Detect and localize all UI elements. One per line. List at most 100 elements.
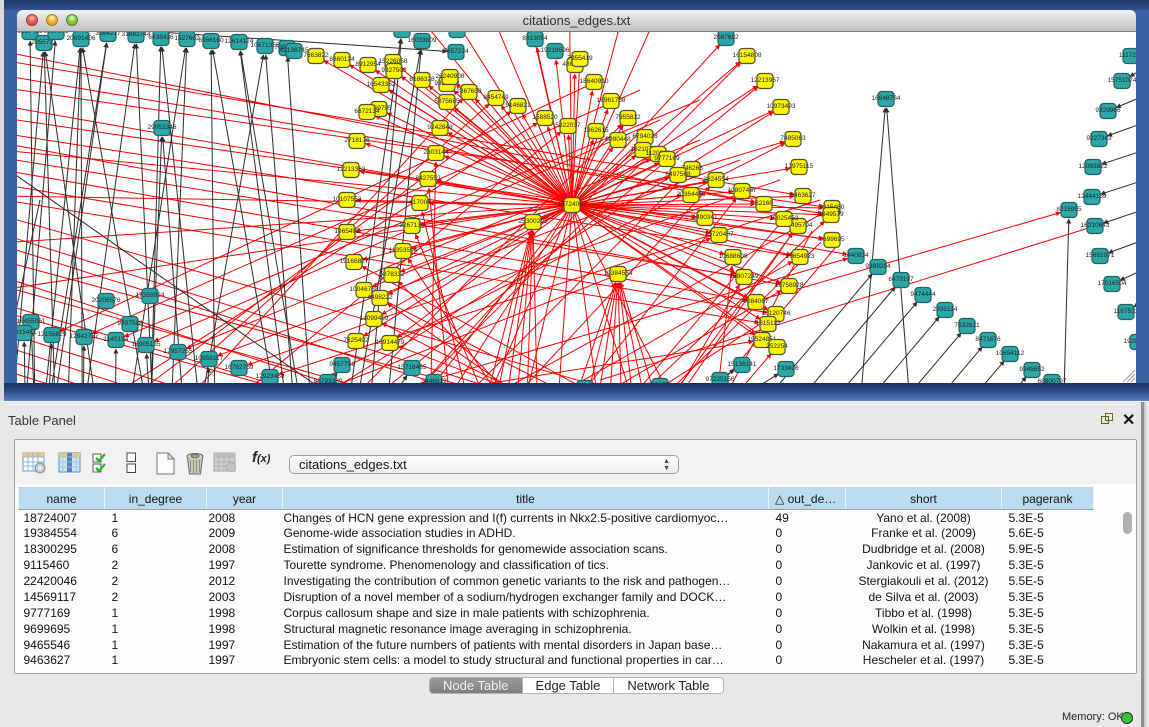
svg-text:1733426: 1733426 (773, 365, 799, 372)
svg-text:16782759: 16782759 (225, 364, 254, 371)
svg-text:15720407: 15720407 (705, 231, 734, 238)
svg-text:16455061: 16455061 (17, 318, 46, 325)
svg-text:19166827: 19166827 (340, 258, 369, 265)
svg-text:12213363: 12213363 (337, 166, 366, 173)
svg-text:12923468: 12923468 (256, 373, 285, 380)
svg-text:9146821: 9146821 (505, 102, 531, 109)
svg-text:1167533: 1167533 (1114, 308, 1136, 315)
svg-text:12156829: 12156829 (38, 331, 67, 338)
svg-text:8471676: 8471676 (975, 336, 1001, 343)
svg-text:15716485: 15716485 (398, 364, 427, 371)
svg-text:12905135: 12905135 (132, 341, 161, 348)
svg-text:15751074: 15751074 (1108, 77, 1136, 84)
svg-text:20364436: 20364436 (677, 191, 706, 198)
svg-text:16961758: 16961758 (597, 97, 626, 104)
svg-text:12942757: 12942757 (70, 333, 99, 340)
svg-text:1965492: 1965492 (334, 228, 360, 235)
svg-text:6794028: 6794028 (632, 133, 658, 140)
svg-text:3915461: 3915461 (17, 329, 37, 336)
svg-text:10958117: 10958117 (195, 355, 224, 362)
svg-text:5041154: 5041154 (390, 32, 415, 33)
svg-text:1145194: 1145194 (104, 336, 129, 343)
svg-text:7857224: 7857224 (443, 48, 469, 55)
svg-text:5878332: 5878332 (379, 271, 405, 278)
svg-text:6672134: 6672134 (354, 108, 380, 115)
svg-text:12614124: 12614124 (225, 38, 254, 45)
svg-text:5322037: 5322037 (555, 122, 581, 129)
svg-text:68800797: 68800797 (1038, 378, 1067, 383)
svg-text:7625402: 7625402 (343, 337, 369, 344)
svg-text:31682744: 31682744 (122, 32, 151, 38)
svg-text:9777169: 9777169 (654, 155, 680, 162)
svg-text:1362615: 1362615 (583, 127, 609, 134)
svg-text:19756928: 19756928 (775, 282, 804, 289)
svg-text:26240908: 26240908 (436, 73, 465, 80)
svg-text:2087682: 2087682 (713, 34, 739, 41)
svg-text:7485063: 7485063 (780, 135, 806, 142)
svg-text:252254: 252254 (766, 343, 788, 350)
svg-text:5446912: 5446912 (421, 378, 447, 383)
svg-text:14099489: 14099489 (360, 315, 389, 322)
svg-text:1490341: 1490341 (692, 214, 718, 221)
svg-text:2803144: 2803144 (423, 149, 449, 156)
svg-text:8215955: 8215955 (1056, 206, 1082, 213)
svg-text:9517485: 9517485 (17, 32, 43, 35)
svg-text:16210643: 16210643 (1081, 222, 1110, 229)
svg-text:16154808: 16154808 (733, 52, 762, 59)
svg-text:20691406: 20691406 (67, 35, 96, 42)
svg-text:10973493: 10973493 (767, 103, 796, 110)
svg-text:417004: 417004 (409, 199, 431, 206)
svg-text:18724007: 18724007 (558, 201, 587, 208)
svg-text:2867608: 2867608 (456, 88, 482, 95)
svg-text:6007072: 6007072 (43, 32, 69, 35)
svg-text:9329966: 9329966 (1095, 107, 1121, 114)
svg-text:19384554: 19384554 (604, 270, 633, 277)
svg-text:10807487: 10807487 (728, 187, 757, 194)
svg-text:8990448: 8990448 (605, 136, 631, 143)
svg-text:1849579: 1849579 (818, 211, 844, 218)
svg-text:17957255: 17957255 (164, 348, 193, 355)
svg-text:3564217: 3564217 (95, 32, 121, 37)
svg-text:16914479: 16914479 (376, 339, 405, 346)
svg-text:3624554: 3624554 (703, 176, 729, 183)
svg-text:12444159: 12444159 (1078, 193, 1107, 200)
svg-text:19218596: 19218596 (541, 47, 570, 54)
svg-text:18640910: 18640910 (580, 78, 609, 85)
svg-text:6229731: 6229731 (647, 382, 673, 383)
svg-text:2935114: 2935114 (933, 306, 958, 313)
svg-text:8454749: 8454749 (483, 94, 509, 101)
svg-text:9245652: 9245652 (1019, 366, 1045, 373)
svg-text:7955419: 7955419 (567, 55, 593, 62)
svg-text:17359924: 17359924 (136, 292, 165, 299)
svg-text:10688609: 10688609 (719, 253, 748, 260)
svg-text:6966160: 6966160 (198, 37, 224, 44)
svg-text:16648784: 16648784 (872, 95, 901, 102)
svg-text:7663822: 7663822 (303, 52, 329, 59)
svg-text:19289546: 19289546 (1124, 338, 1136, 345)
svg-text:7955812: 7955812 (615, 114, 641, 121)
svg-text:8660124: 8660124 (329, 56, 355, 63)
svg-text:1117245: 1117245 (1119, 52, 1136, 59)
svg-text:29053346: 29053346 (148, 124, 177, 131)
svg-text:25300203: 25300203 (519, 218, 548, 225)
svg-text:83793389: 83793389 (314, 378, 343, 383)
svg-text:8912954: 8912954 (355, 61, 381, 68)
svg-text:5875685: 5875685 (434, 98, 460, 105)
svg-text:6438436: 6438436 (148, 34, 174, 41)
svg-text:17016504: 17016504 (1098, 280, 1127, 287)
svg-text:10025453: 10025453 (770, 215, 799, 222)
svg-text:1527602: 1527602 (174, 35, 200, 42)
svg-text:9457791: 9457791 (329, 361, 355, 368)
svg-text:6497568: 6497568 (665, 171, 691, 178)
svg-text:9389284: 9389284 (865, 263, 891, 270)
svg-text:18807249: 18807249 (730, 273, 759, 280)
svg-text:8186328: 8186328 (409, 76, 435, 83)
svg-text:1588520: 1588520 (532, 114, 558, 121)
svg-text:10654112: 10654112 (996, 350, 1025, 357)
svg-text:20206576: 20206576 (92, 297, 121, 304)
svg-text:12975115: 12975115 (785, 163, 814, 170)
svg-text:8813054: 8813054 (522, 35, 548, 42)
svg-text:9227343: 9227343 (1086, 135, 1112, 142)
svg-text:9084067: 9084067 (743, 298, 769, 305)
svg-text:9397588: 9397588 (117, 320, 143, 327)
